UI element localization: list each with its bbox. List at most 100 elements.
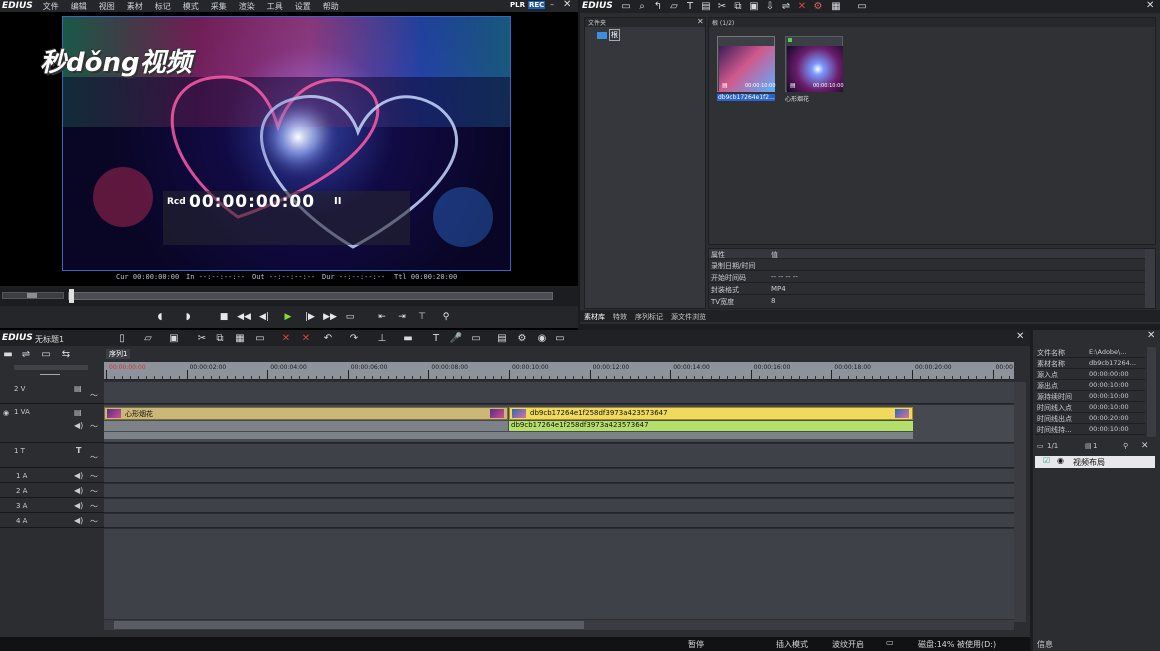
clip-1-name[interactable]: db9cb17264e1f2... (717, 94, 775, 101)
add-to-timeline-icon[interactable]: ⇩ (764, 0, 776, 12)
new-sequence-icon[interactable]: ▯ (116, 332, 128, 344)
open-project-icon[interactable]: ▱ (142, 332, 154, 344)
fast-forward-button[interactable]: ▶▶ (322, 310, 338, 324)
set-in-button[interactable]: ◖ (152, 310, 168, 324)
track-row-4a[interactable] (104, 514, 1014, 528)
output-button[interactable]: ⚲ (438, 310, 454, 324)
minimize-icon[interactable]: – (550, 0, 554, 9)
close-icon[interactable]: ✕ (563, 0, 571, 10)
save-project-icon[interactable]: ▣ (168, 332, 180, 344)
ripple-delete-icon[interactable]: ✕ (300, 332, 312, 344)
step-forward-button[interactable]: |▶ (302, 310, 318, 324)
title-icon[interactable]: T (430, 332, 442, 344)
layout-checkbox[interactable]: ☑ (1043, 456, 1050, 465)
insert-to-timeline-button[interactable]: ⇤ (374, 310, 390, 324)
clip-2-name[interactable]: 心形烟花 (785, 94, 809, 103)
mode-icon-4[interactable]: ⇆ (60, 348, 72, 360)
menu-mode[interactable]: 模式 (183, 1, 199, 12)
video-toggle-icon[interactable]: ▤ (74, 408, 82, 417)
replace-icon[interactable]: ⇌ (780, 0, 792, 12)
mode-icon-3[interactable]: ▭ (40, 348, 52, 360)
copy-icon[interactable]: ⧉ (214, 332, 226, 344)
play-button[interactable]: ▶ (280, 310, 296, 324)
shuttle-slider[interactable] (2, 292, 64, 299)
search-icon[interactable]: ⌕ (636, 0, 648, 12)
menu-render[interactable]: 渲染 (239, 1, 255, 12)
track-expand-icon[interactable]: 〜 (90, 501, 98, 512)
track-row-1a[interactable] (104, 469, 1014, 483)
folder-panel-close-icon[interactable]: ✕ (697, 17, 704, 26)
mode-icon-1[interactable]: ▬ (2, 348, 14, 360)
playhead-marker[interactable] (69, 289, 74, 303)
group-icon[interactable]: ▭ (254, 332, 266, 344)
folder-root[interactable]: 根 (597, 29, 620, 41)
menu-settings[interactable]: 设置 (295, 1, 311, 12)
track-head-3a[interactable]: 3 A ◀) 〜 (0, 499, 104, 513)
menu-tools[interactable]: 工具 (267, 1, 283, 12)
rec-toggle[interactable]: REC (528, 1, 546, 9)
title-toggle-icon[interactable]: T (76, 446, 81, 455)
mixer-icon[interactable]: ⊥ (376, 332, 388, 344)
add-title-icon[interactable]: T (684, 0, 696, 12)
menu-help[interactable]: 帮助 (323, 1, 339, 12)
cut-icon[interactable]: ✂ (716, 0, 728, 12)
track-head-1a[interactable]: 1 A ◀) 〜 (0, 469, 104, 483)
sort-icon[interactable]: ▭ (856, 0, 868, 12)
timeline-vertical-scrollbar[interactable] (1014, 382, 1026, 622)
undo-icon[interactable]: ↶ (322, 332, 334, 344)
stop-button[interactable]: ■ (216, 310, 232, 324)
copy-icon[interactable]: ⧉ (732, 0, 744, 12)
track-head-1va[interactable]: ◉ 1 VA ▤ ◀) 〜 (0, 405, 104, 443)
open-clip-icon[interactable]: ▱ (668, 0, 680, 12)
audio-toggle-icon[interactable]: ◀) (74, 501, 83, 510)
record-icon[interactable]: ◉ (536, 332, 548, 344)
audio-toggle-icon[interactable]: ◀) (74, 471, 83, 480)
track-row-1t[interactable] (104, 444, 1014, 468)
cut-icon[interactable]: ✂ (196, 332, 208, 344)
marker-button[interactable]: ⊤ (414, 310, 430, 324)
menu-view[interactable]: 视图 (99, 1, 115, 12)
export-icon[interactable]: ▭ (470, 332, 482, 344)
track-row-3a[interactable] (104, 499, 1014, 513)
menu-marker[interactable]: 标记 (155, 1, 171, 12)
track-head-4a[interactable]: 4 A ◀) 〜 (0, 514, 104, 528)
layout-eye-icon[interactable]: ◉ (1057, 456, 1064, 465)
layout-item[interactable]: ☑ ◉ 视频布局 (1035, 456, 1155, 468)
timeline-close-icon[interactable]: ✕ (1016, 331, 1024, 342)
bin-close-icon[interactable]: ✕ (1146, 0, 1154, 11)
delete-icon[interactable]: ✕ (796, 0, 808, 12)
video-toggle-icon[interactable]: ▤ (74, 384, 82, 393)
timeline-empty-area[interactable] (104, 529, 1014, 619)
delete-clip-icon[interactable]: ✕ (280, 332, 292, 344)
layer-settings-icon[interactable]: ⚲ (1123, 442, 1128, 450)
status-insert-mode[interactable]: 插入模式 (776, 639, 808, 650)
loop-button[interactable]: ▭ (342, 310, 358, 324)
layer-add-icon[interactable]: ▤ (1085, 442, 1092, 450)
audio-toggle-icon[interactable]: ◀) (74, 421, 83, 430)
paste-icon[interactable]: ▣ (748, 0, 760, 12)
timeline-clip-2-video[interactable]: db9cb17264e1f258df3973a423573647 (509, 407, 913, 420)
time-ruler[interactable]: 00:00:00:00 00:00:02:00 00:00:04:00 00:00:0… (104, 362, 1014, 380)
track-expand-icon[interactable]: 〜 (90, 390, 98, 401)
properties-scrollbar[interactable] (1145, 249, 1155, 308)
info-tab[interactable]: 信息 (1037, 639, 1053, 650)
menu-clip[interactable]: 素材 (127, 1, 143, 12)
zoom-slider[interactable] (14, 365, 88, 370)
track-expand-icon[interactable]: 〜 (90, 452, 98, 463)
multicam-icon[interactable]: ▤ (496, 332, 508, 344)
tab-effects[interactable]: 特效 (609, 310, 631, 322)
track-row-2v[interactable] (104, 382, 1014, 404)
track-expand-icon[interactable]: 〜 (90, 471, 98, 482)
menu-capture[interactable]: 采集 (211, 1, 227, 12)
track-expand-icon[interactable]: 〜 (90, 516, 98, 527)
layer-delete-icon[interactable]: ✕ (1141, 441, 1149, 451)
tab-source-browser[interactable]: 源文件浏览 (667, 310, 710, 322)
track-lock-icon[interactable]: ◉ (3, 409, 9, 417)
up-folder-icon[interactable]: ↰ (652, 0, 664, 12)
overwrite-to-timeline-button[interactable]: ⇥ (394, 310, 410, 324)
sequence-tab[interactable]: 序列1 (106, 349, 131, 359)
clip-thumbnail-1[interactable]: ▤ 00:00:10:00 (717, 36, 776, 92)
view-mode-icon[interactable]: ▦ (830, 0, 842, 12)
track-head-2a[interactable]: 2 A ◀) 〜 (0, 484, 104, 498)
transition-icon[interactable]: ▬ (402, 332, 414, 344)
